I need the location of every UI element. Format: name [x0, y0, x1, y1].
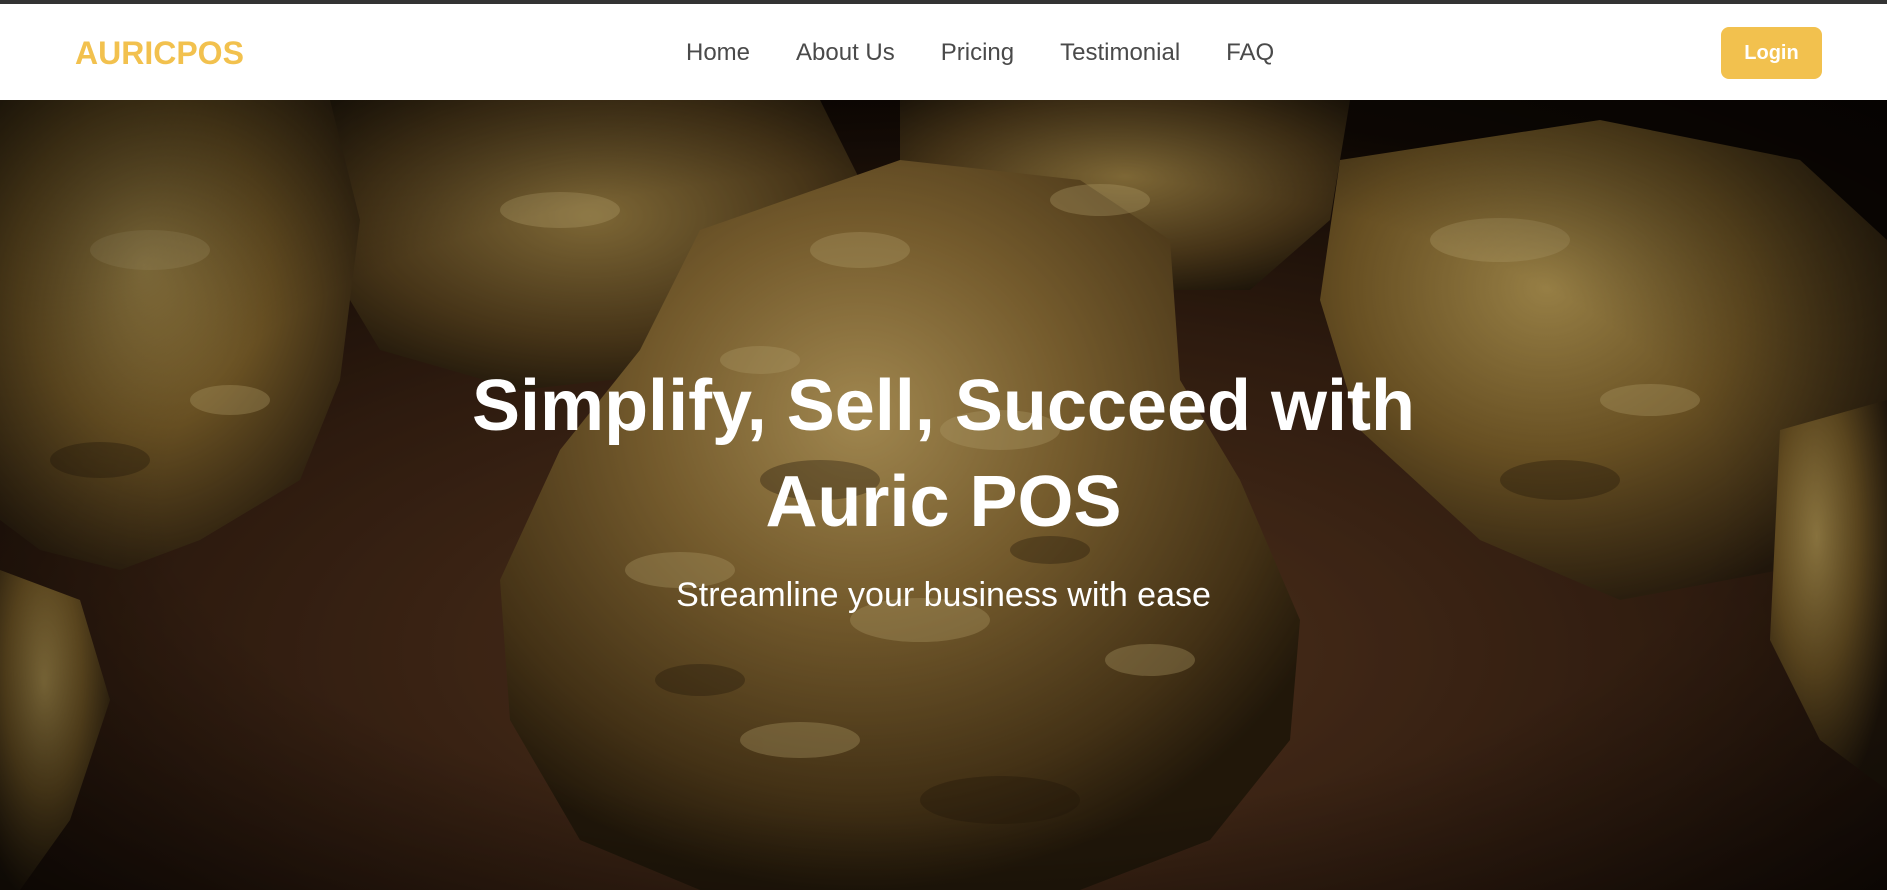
nav-item-testimonial[interactable]: Testimonial: [1060, 38, 1180, 68]
nav-item-about-us[interactable]: About Us: [796, 38, 895, 68]
nav-item-faq[interactable]: FAQ: [1226, 38, 1274, 68]
nav-menu: Home About Us Pricing Testimonial FAQ: [686, 38, 1274, 68]
hero-title-line2: Auric POS: [765, 462, 1122, 542]
hero-section: Simplify, Sell, Succeed with Auric POS S…: [0, 100, 1887, 890]
hero-title: Simplify, Sell, Succeed with Auric POS: [0, 358, 1887, 550]
hero-subtitle: Streamline your business with ease: [676, 576, 1211, 614]
navbar: AURICPOS Home About Us Pricing Testimoni…: [0, 4, 1887, 100]
brand-logo[interactable]: AURICPOS: [75, 34, 244, 72]
nav-item-pricing[interactable]: Pricing: [941, 38, 1014, 68]
login-button[interactable]: Login: [1721, 27, 1822, 79]
nav-item-home[interactable]: Home: [686, 38, 750, 68]
hero-title-line1: Simplify, Sell, Succeed with: [472, 366, 1415, 446]
